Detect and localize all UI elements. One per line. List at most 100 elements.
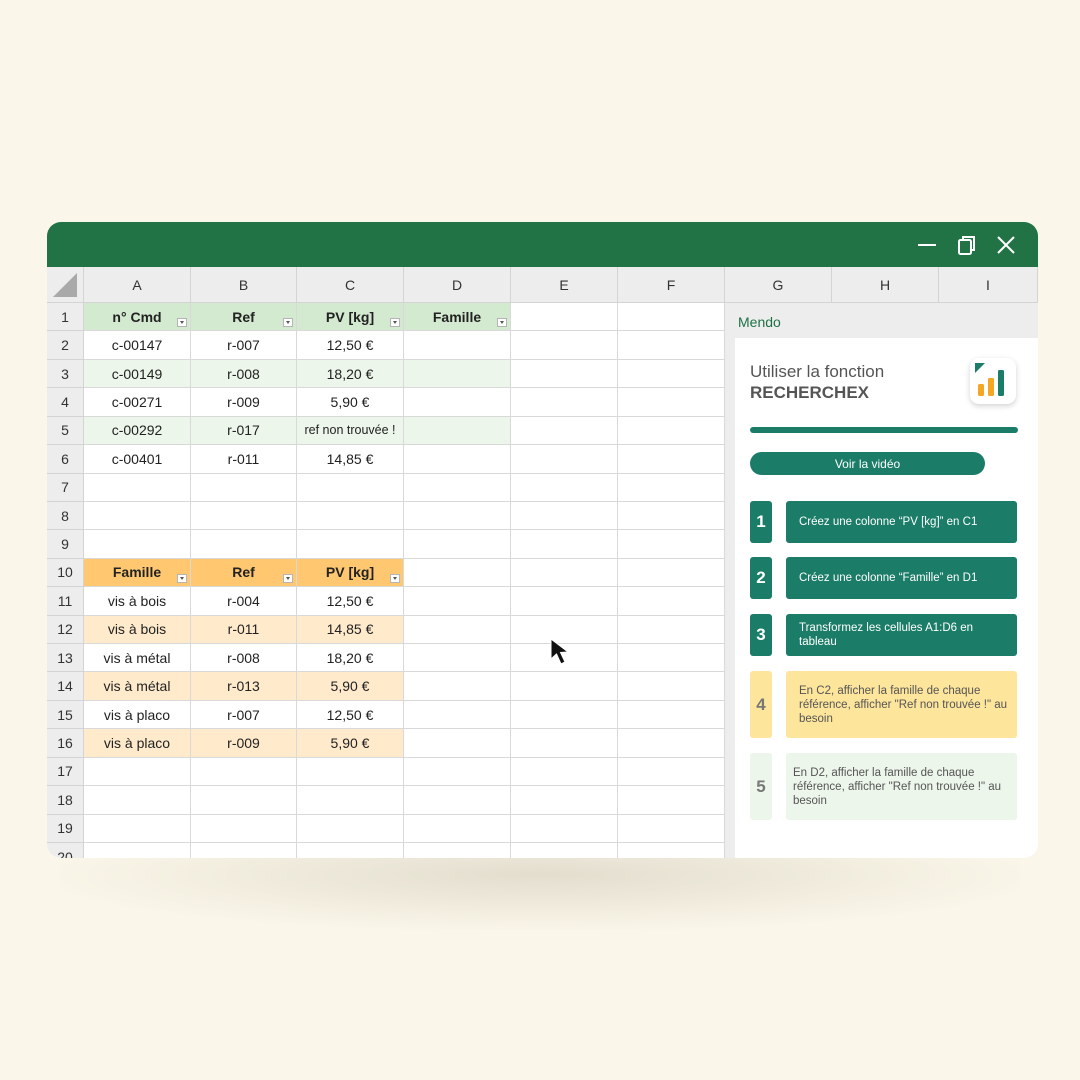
row-header-18[interactable]: 18 (47, 786, 84, 815)
filter-dropdown-icon[interactable] (283, 318, 293, 328)
cell[interactable] (618, 644, 725, 673)
cell[interactable] (404, 757, 511, 787)
cell[interactable] (297, 530, 404, 559)
cell[interactable] (404, 501, 511, 531)
cell[interactable] (511, 303, 618, 332)
table-cell[interactable]: r-011 (191, 445, 297, 474)
cell[interactable] (297, 757, 404, 787)
filter-dropdown-icon[interactable] (390, 574, 400, 584)
table-cell[interactable]: r-007 (191, 700, 297, 730)
row-header-7[interactable]: 7 (47, 473, 84, 502)
cell[interactable] (618, 501, 725, 531)
cell[interactable] (511, 501, 618, 531)
row-header-11[interactable]: 11 (47, 587, 84, 616)
cell[interactable] (191, 757, 297, 787)
table-cell[interactable]: 12,50 € (297, 331, 404, 360)
table-cell[interactable]: c-00401 (84, 445, 191, 474)
column-header-b[interactable]: B (191, 267, 297, 303)
cell[interactable] (404, 672, 511, 701)
table-cell[interactable]: r-009 (191, 388, 297, 417)
table-cell[interactable]: r-013 (191, 672, 297, 701)
row-header-6[interactable]: 6 (47, 445, 84, 474)
cell[interactable] (191, 786, 297, 815)
table-cell[interactable] (404, 445, 511, 474)
table-cell[interactable] (404, 359, 511, 389)
cell[interactable] (618, 672, 725, 701)
cell[interactable] (618, 303, 725, 332)
cell[interactable] (511, 473, 618, 502)
table-cell[interactable]: vis à placo (84, 729, 191, 758)
cell[interactable] (511, 388, 618, 417)
cell[interactable] (618, 558, 725, 588)
row-header-3[interactable]: 3 (47, 359, 84, 389)
cell[interactable] (84, 473, 191, 502)
table-cell[interactable]: r-008 (191, 359, 297, 389)
filter-dropdown-icon[interactable] (390, 318, 400, 328)
row-header-2[interactable]: 2 (47, 331, 84, 360)
table-cell[interactable]: vis à bois (84, 615, 191, 645)
cell[interactable] (511, 757, 618, 787)
cell[interactable] (297, 786, 404, 815)
row-header-9[interactable]: 9 (47, 530, 84, 559)
cell[interactable] (191, 530, 297, 559)
column-header-a[interactable]: A (84, 267, 191, 303)
table-header-cell[interactable]: PV [kg] (297, 303, 404, 332)
table-cell[interactable]: vis à métal (84, 672, 191, 701)
cell[interactable] (618, 388, 725, 417)
row-header-1[interactable]: 1 (47, 303, 84, 332)
table-cell[interactable]: r-011 (191, 615, 297, 645)
cell[interactable] (511, 558, 618, 588)
filter-dropdown-icon[interactable] (177, 318, 187, 328)
cell[interactable] (618, 416, 725, 446)
table-cell[interactable]: 5,90 € (297, 672, 404, 701)
row-header-20[interactable]: 20 (47, 842, 84, 858)
table-cell[interactable]: vis à placo (84, 700, 191, 730)
cell[interactable] (297, 842, 404, 858)
cell[interactable] (297, 501, 404, 531)
cell[interactable] (84, 757, 191, 787)
cell[interactable] (618, 814, 725, 843)
select-all-corner[interactable] (47, 267, 84, 303)
cell[interactable] (618, 587, 725, 616)
cell[interactable] (618, 615, 725, 645)
filter-dropdown-icon[interactable] (283, 574, 293, 584)
cell[interactable] (511, 729, 618, 758)
cell[interactable] (618, 729, 725, 758)
table-cell[interactable]: c-00149 (84, 359, 191, 389)
restore-icon[interactable] (956, 234, 978, 256)
row-header-12[interactable]: 12 (47, 615, 84, 645)
cell[interactable] (404, 786, 511, 815)
watch-video-button[interactable]: Voir la vidéo (750, 452, 985, 475)
table-cell[interactable]: r-008 (191, 644, 297, 673)
cell[interactable] (191, 842, 297, 858)
cell[interactable] (618, 473, 725, 502)
cell[interactable] (84, 530, 191, 559)
table-cell[interactable]: vis à bois (84, 587, 191, 616)
cell[interactable] (511, 416, 618, 446)
cell[interactable] (511, 700, 618, 730)
cell[interactable] (191, 814, 297, 843)
table-cell[interactable] (404, 331, 511, 360)
cell[interactable] (84, 842, 191, 858)
row-header-14[interactable]: 14 (47, 672, 84, 701)
table-header-cell[interactable]: n° Cmd (84, 303, 191, 332)
cell[interactable] (511, 786, 618, 815)
cell[interactable] (297, 473, 404, 502)
cell[interactable] (404, 558, 511, 588)
filter-dropdown-icon[interactable] (177, 574, 187, 584)
cell[interactable] (511, 672, 618, 701)
cell[interactable] (404, 644, 511, 673)
row-header-16[interactable]: 16 (47, 729, 84, 758)
table-header-cell[interactable]: Ref (191, 558, 297, 588)
cell[interactable] (84, 786, 191, 815)
column-header-d[interactable]: D (404, 267, 511, 303)
cell[interactable] (618, 786, 725, 815)
cell[interactable] (511, 331, 618, 360)
table-cell[interactable]: 12,50 € (297, 587, 404, 616)
column-header-c[interactable]: C (297, 267, 404, 303)
row-header-19[interactable]: 19 (47, 814, 84, 843)
cell[interactable] (618, 530, 725, 559)
table-cell[interactable]: r-017 (191, 416, 297, 446)
table-cell[interactable]: 18,20 € (297, 644, 404, 673)
cell[interactable] (511, 587, 618, 616)
